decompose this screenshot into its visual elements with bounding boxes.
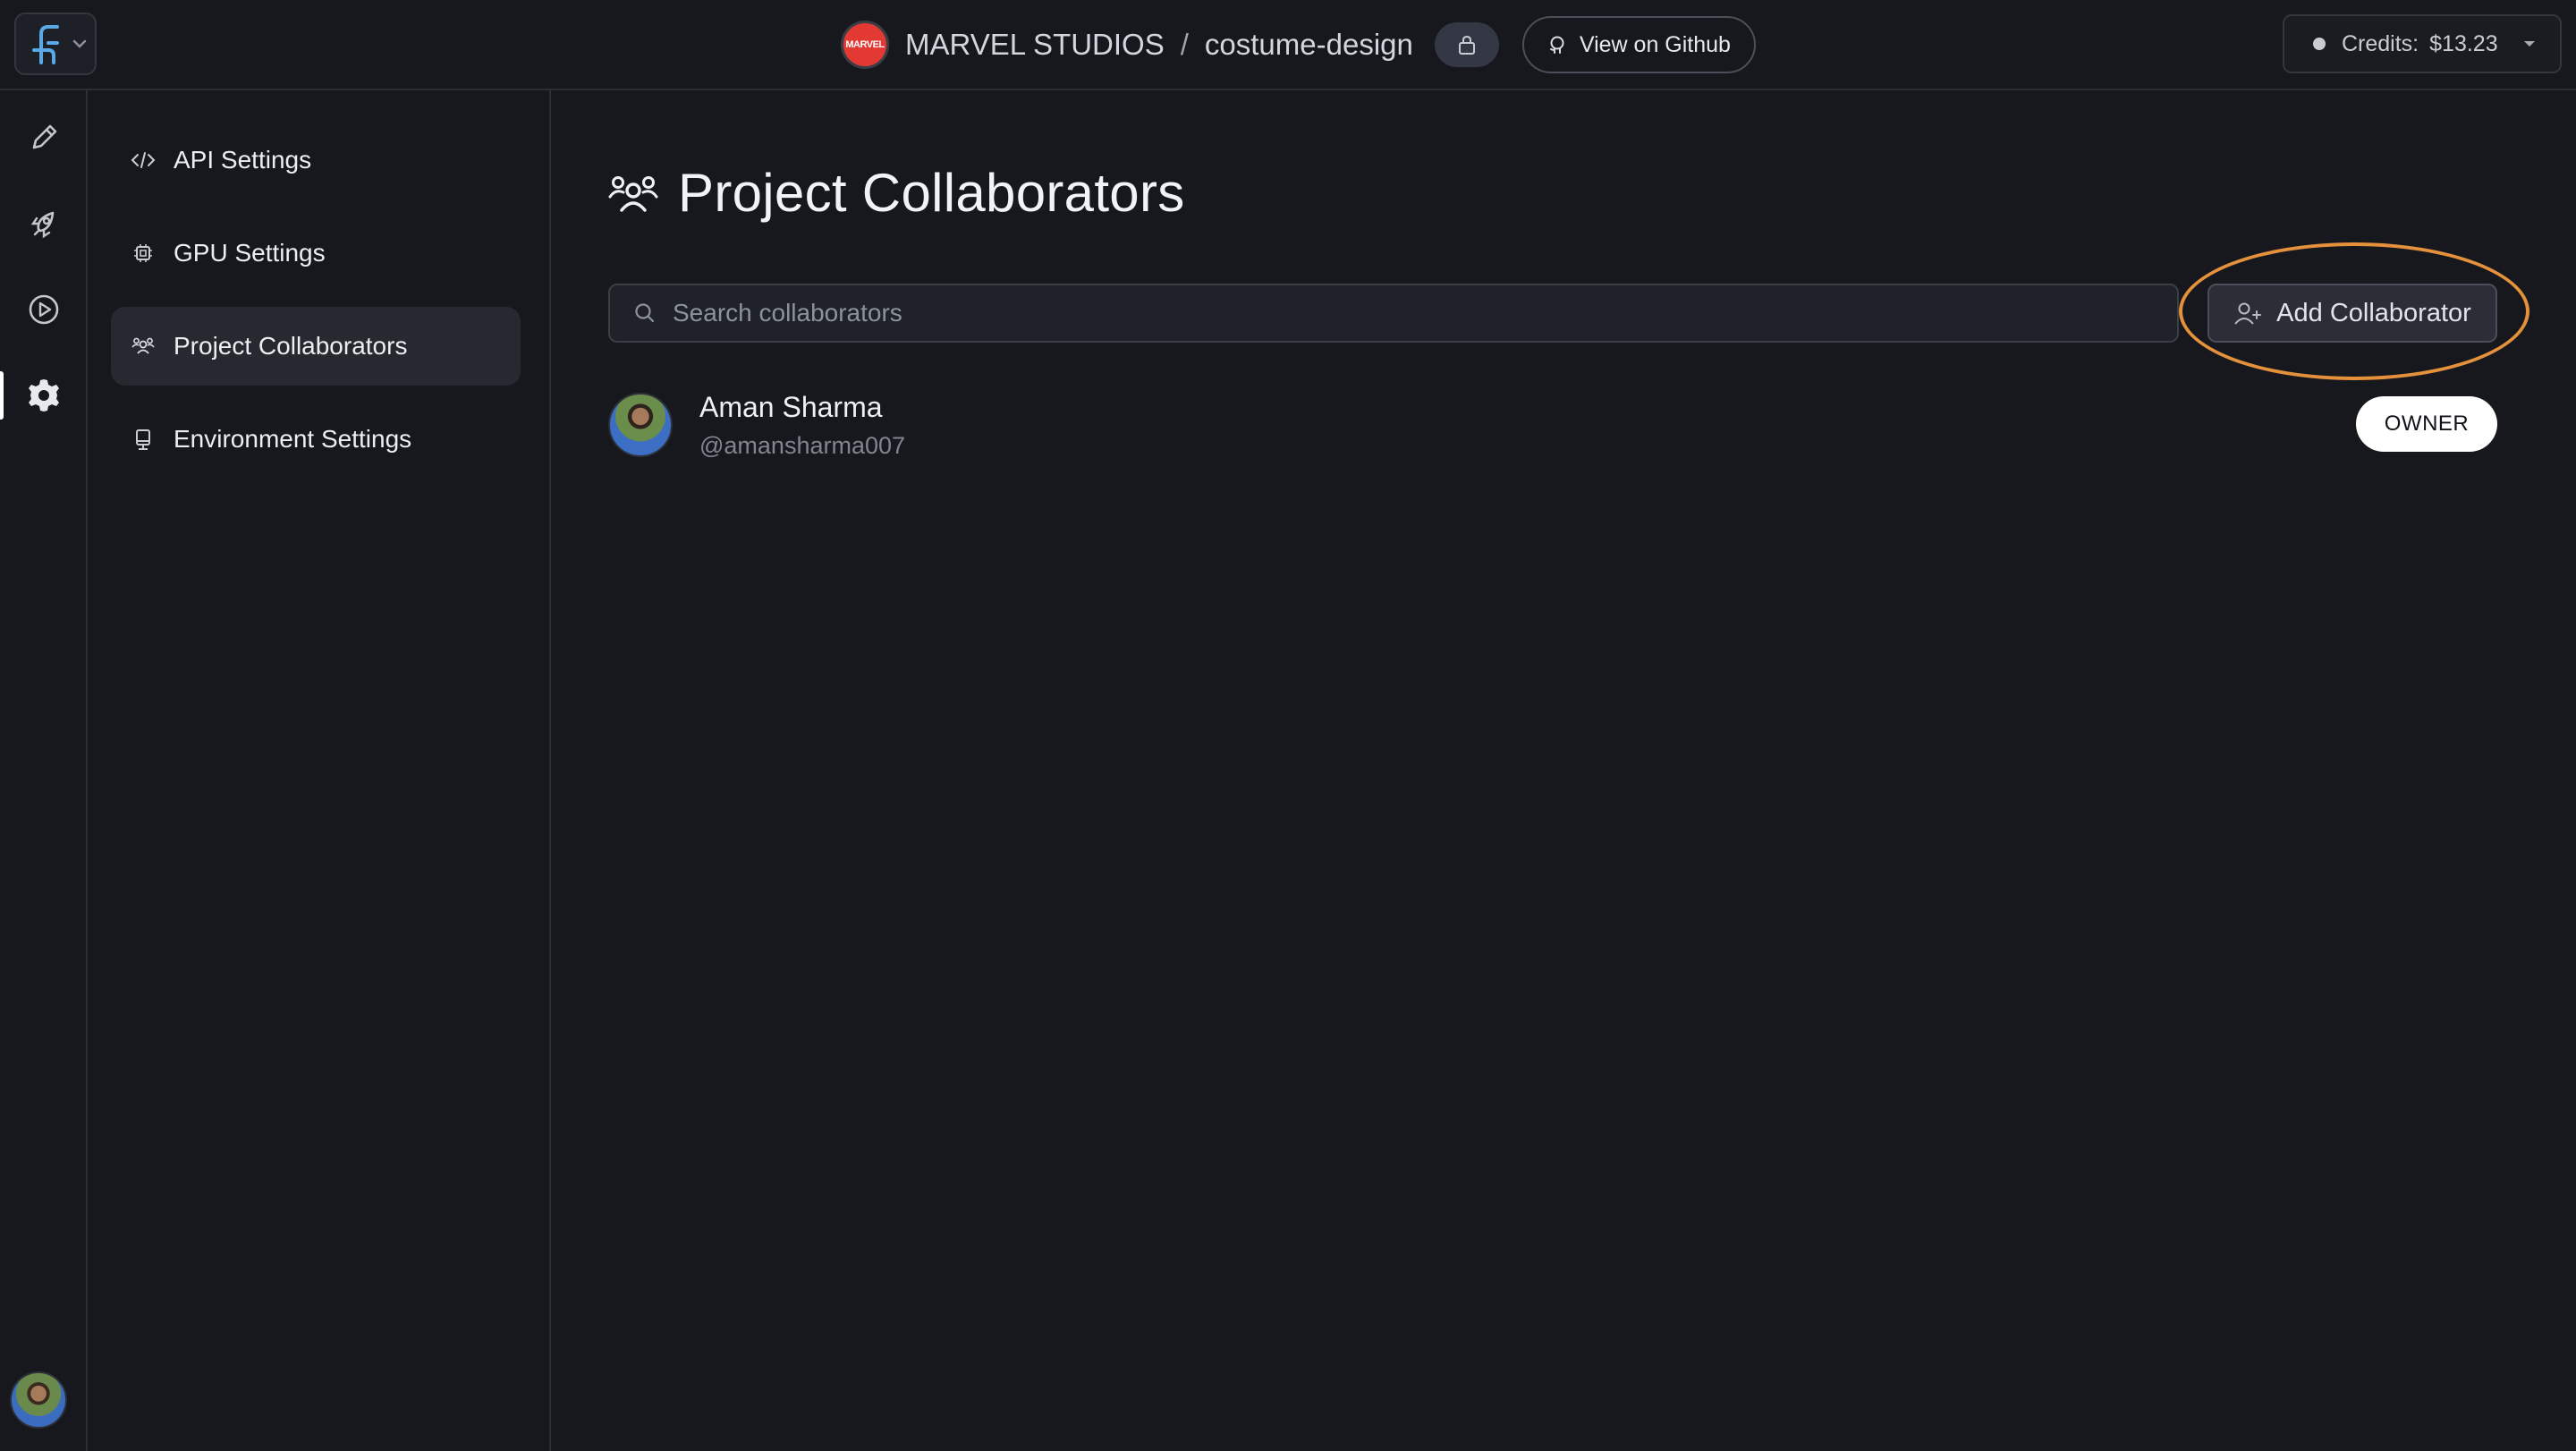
chevron-down-icon <box>72 38 88 49</box>
page-header: Project Collaborators <box>608 162 1185 224</box>
server-icon <box>131 427 156 452</box>
private-lock-button[interactable] <box>1434 22 1499 67</box>
collaborator-row: Aman Sharma @amansharma007 OWNER <box>608 391 2497 462</box>
sidebar-item-project-collaborators[interactable]: Project Collaborators <box>111 307 521 386</box>
org-badge-text: MARVEL <box>845 39 885 50</box>
page-title: Project Collaborators <box>678 163 1185 223</box>
sidebar-item-label: API Settings <box>174 146 312 174</box>
sidebar-item-label: GPU Settings <box>174 239 326 267</box>
rail-item-settings[interactable] <box>0 364 88 427</box>
play-circle-icon <box>27 293 61 327</box>
collaborator-handle: @amansharma007 <box>699 432 906 459</box>
sidebar-item-api-settings[interactable]: API Settings <box>111 121 521 199</box>
credits-label: Credits: <box>2342 30 2419 56</box>
project-name[interactable]: costume-design <box>1205 28 1413 62</box>
sidebar-item-gpu-settings[interactable]: GPU Settings <box>111 214 521 293</box>
sidebar-item-label: Environment Settings <box>174 425 412 453</box>
rail-item-deploy[interactable] <box>0 192 88 255</box>
user-avatar[interactable] <box>10 1371 67 1429</box>
project-breadcrumb: MARVEL MARVEL STUDIOS / costume-design V… <box>841 16 1756 73</box>
code-icon <box>131 148 156 173</box>
credits-dropdown[interactable]: Credits: $13.23 <box>2283 14 2562 73</box>
credits-dot-icon <box>2313 38 2326 50</box>
app-logo-menu[interactable] <box>14 13 97 75</box>
view-on-github-button[interactable]: View on Github <box>1521 16 1756 73</box>
sidebar-item-environment-settings[interactable]: Environment Settings <box>111 400 521 479</box>
add-collaborator-label: Add Collaborator <box>2276 298 2471 327</box>
role-badge[interactable]: OWNER <box>2356 396 2497 452</box>
rocket-icon <box>26 206 62 242</box>
caret-down-icon <box>2522 39 2537 48</box>
add-collaborator-button[interactable]: Add Collaborator <box>2207 284 2497 343</box>
rail-item-edit[interactable] <box>0 106 88 169</box>
users-icon <box>131 334 156 359</box>
user-plus-icon <box>2233 301 2262 326</box>
main-content: Project Collaborators Add Collaborator A… <box>553 90 2576 1451</box>
sidebar-item-label: Project Collaborators <box>174 332 408 360</box>
github-label: View on Github <box>1579 31 1731 57</box>
search-collaborators[interactable] <box>608 284 2179 343</box>
gear-icon <box>25 377 63 414</box>
chip-icon <box>131 241 156 266</box>
app-logo-icon <box>29 23 64 64</box>
pencil-icon <box>27 121 61 155</box>
credits-value: $13.23 <box>2429 30 2498 56</box>
org-name[interactable]: MARVEL STUDIOS <box>905 28 1165 62</box>
breadcrumb-separator: / <box>1180 28 1189 61</box>
search-input[interactable] <box>673 285 2177 341</box>
collaborator-name: Aman Sharma <box>699 391 883 423</box>
avatar <box>608 393 673 457</box>
org-avatar[interactable]: MARVEL <box>841 21 889 69</box>
users-icon <box>608 173 658 214</box>
rail-item-runs[interactable] <box>0 278 88 341</box>
search-icon <box>633 301 657 325</box>
lock-icon <box>1457 34 1477 55</box>
top-bar: MARVEL MARVEL STUDIOS / costume-design V… <box>0 0 2576 90</box>
github-icon <box>1547 35 1567 55</box>
icon-rail <box>0 90 88 1451</box>
settings-sidebar: API Settings GPU Settings Project Collab… <box>88 90 551 1451</box>
